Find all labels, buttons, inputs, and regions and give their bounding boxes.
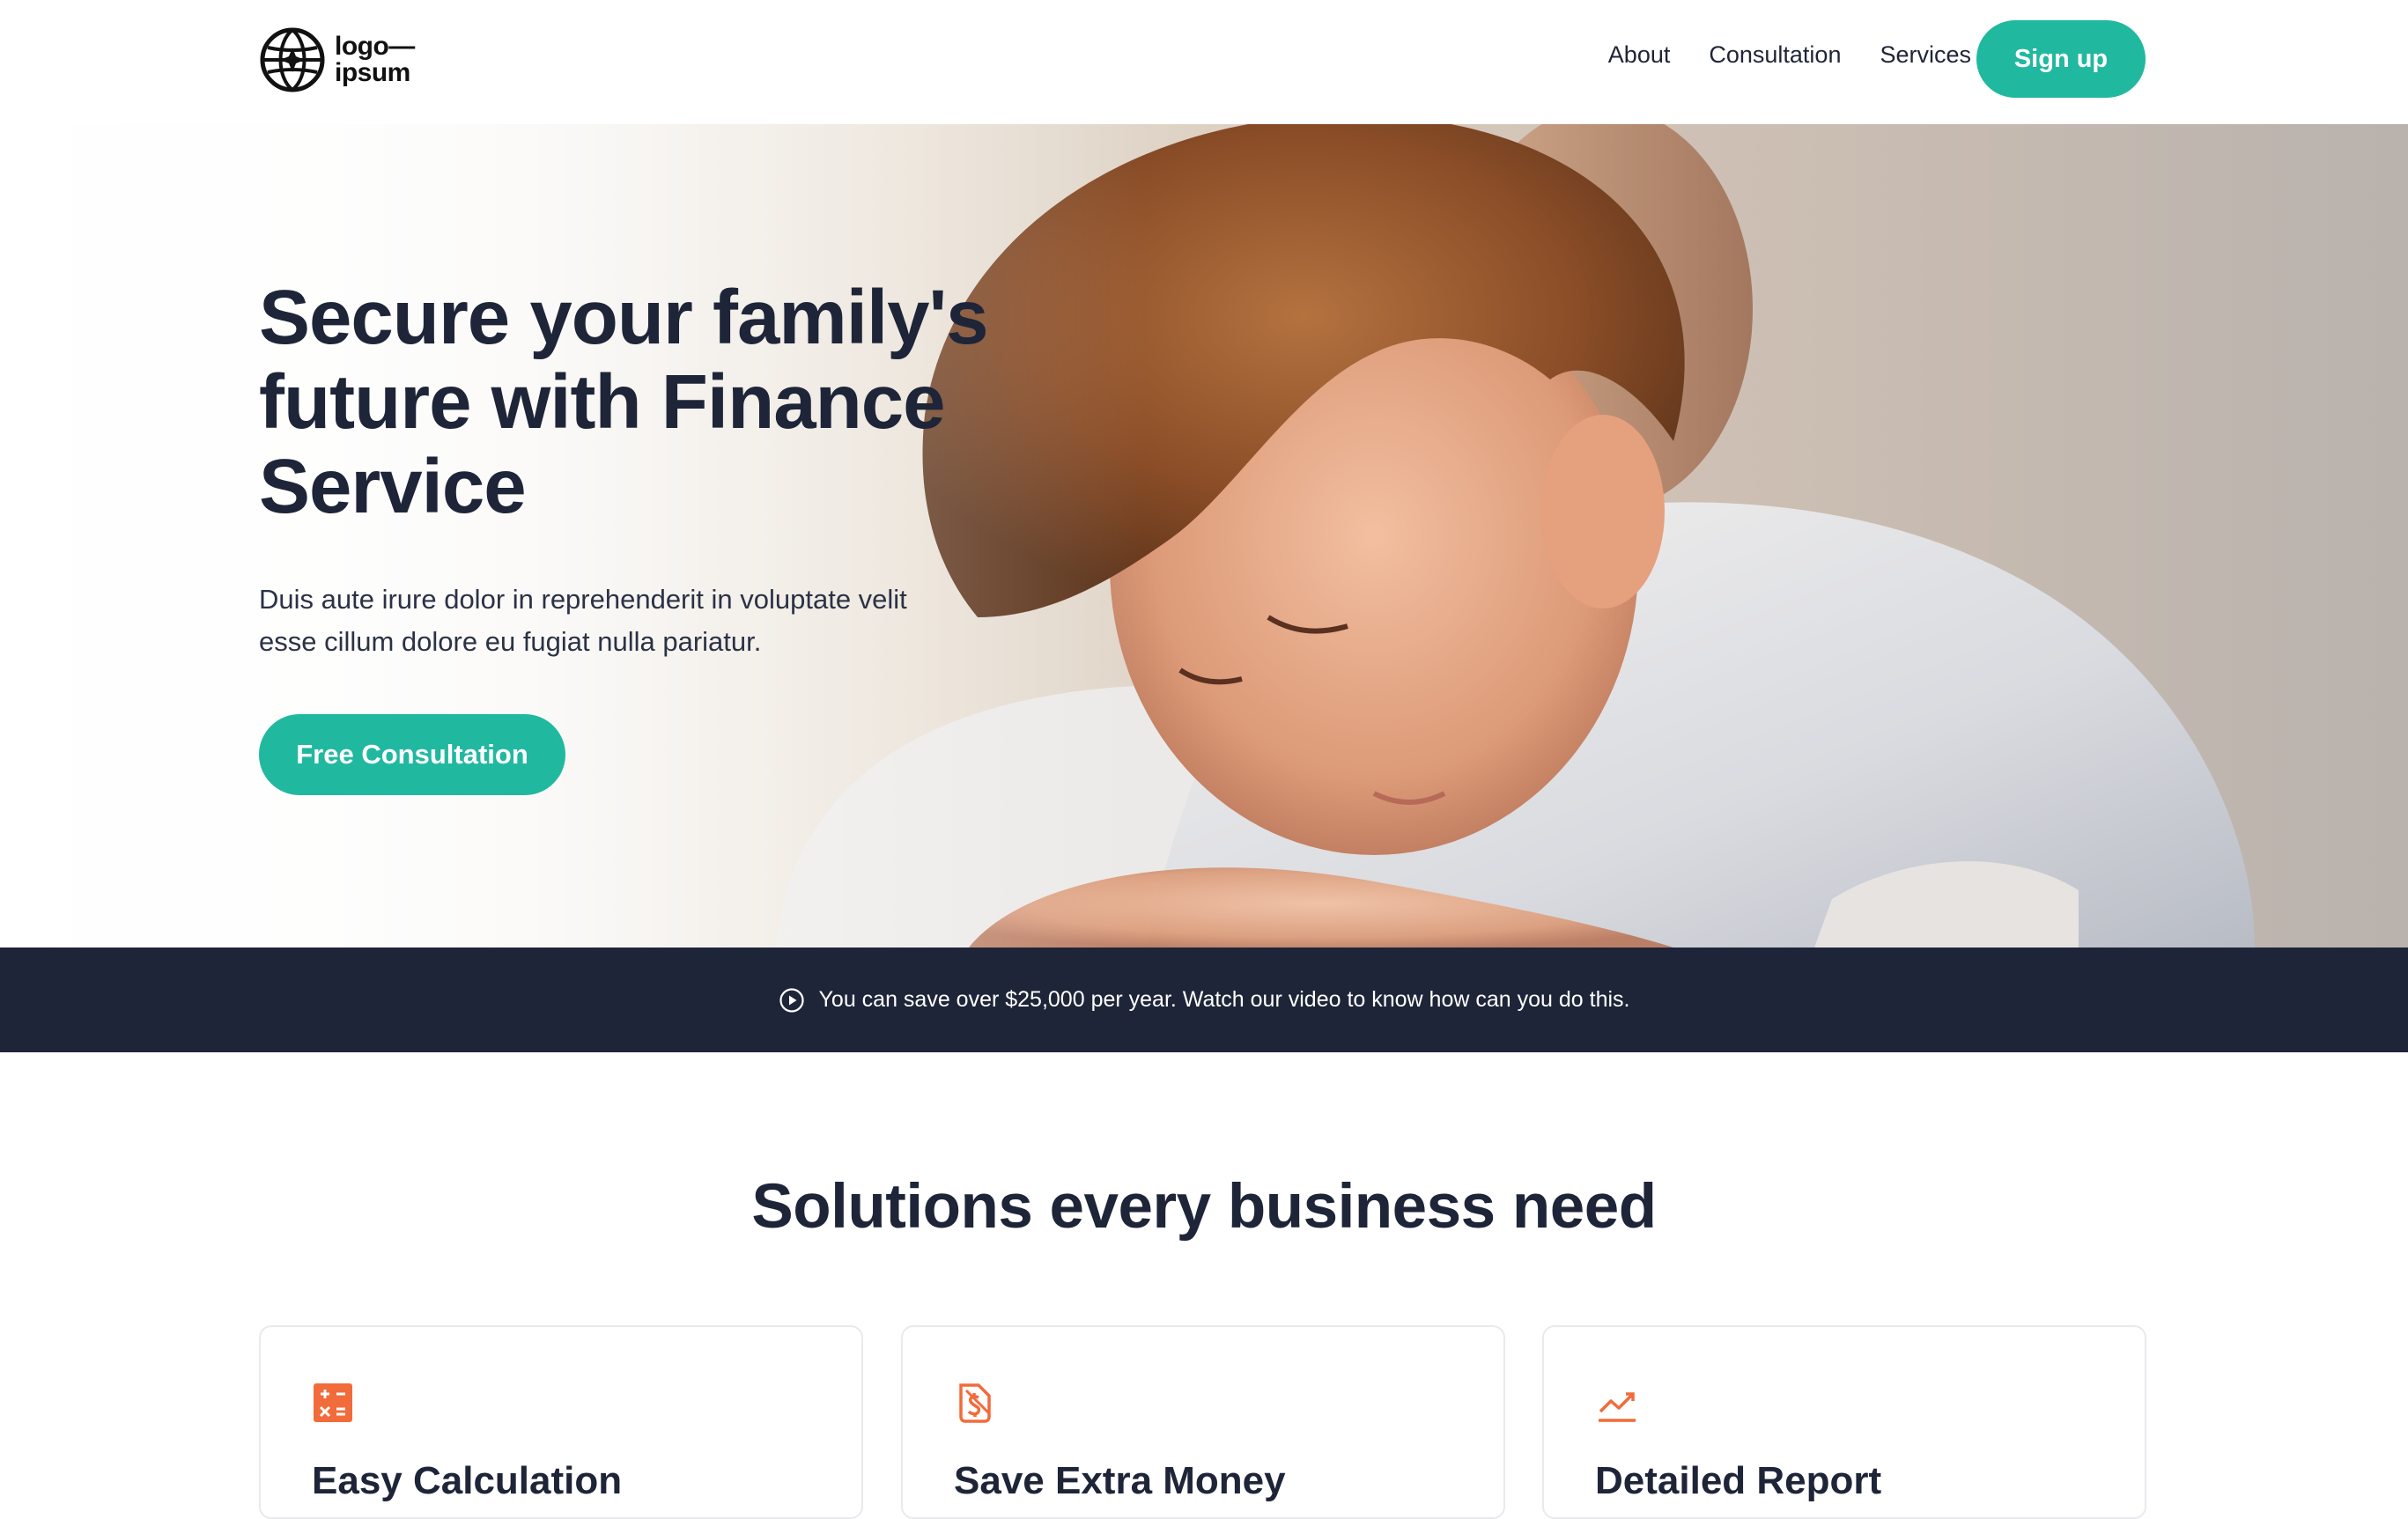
chart-line-icon [1599, 1392, 1636, 1422]
nav-about[interactable]: About [1608, 41, 1671, 69]
logo[interactable]: logo— ipsum [259, 26, 415, 93]
video-banner[interactable]: You can save over $25,000 per year. Watc… [0, 948, 2408, 1052]
nav-consultation[interactable]: Consultation [1709, 41, 1841, 69]
site-header: logo— ipsum About Consultation Services … [0, 0, 2408, 124]
hero-subtitle: Duis aute irure dolor in reprehenderit i… [259, 584, 907, 657]
card-title: Detailed Report [1595, 1459, 1882, 1502]
nav-services[interactable]: Services [1880, 41, 1971, 69]
calculator-icon [314, 1383, 352, 1422]
logo-wordmark: logo— ipsum [335, 33, 415, 86]
solution-card[interactable]: Detailed Report [1542, 1325, 2146, 1519]
hero-title: Secure your family's future with Finance… [259, 275, 989, 529]
signup-button[interactable]: Sign up [1976, 20, 2146, 98]
hero-fade-overlay [0, 124, 1145, 948]
logo-line2: ipsum [335, 58, 410, 87]
solution-card[interactable]: Easy Calculation [259, 1325, 863, 1519]
card-title: Easy Calculation [312, 1459, 623, 1502]
money-icon [959, 1383, 991, 1423]
main-nav: About Consultation Services [1608, 0, 1971, 110]
free-consultation-button[interactable]: Free Consultation [259, 714, 565, 795]
solution-card[interactable]: Save Extra Money [901, 1325, 1505, 1519]
play-circle-icon [779, 987, 804, 1013]
banner-text: You can save over $25,000 per year. Watc… [818, 987, 1630, 1012]
logo-line1: logo— [335, 32, 415, 61]
card-title: Save Extra Money [954, 1459, 1286, 1502]
solutions-title: Solutions every business need [751, 1172, 1657, 1242]
logo-globe-icon [260, 27, 325, 92]
hero-section: Secure your family's future with Finance… [0, 124, 2408, 948]
